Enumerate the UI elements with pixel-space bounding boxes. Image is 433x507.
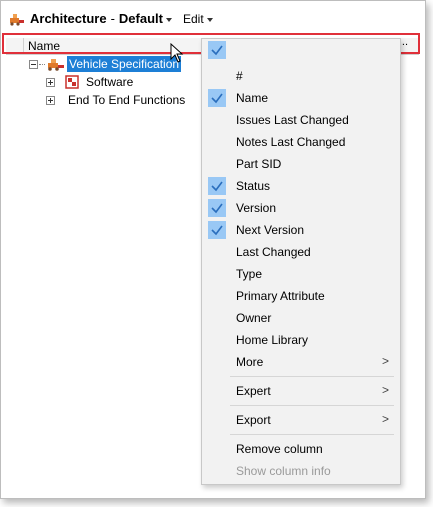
menu-separator	[230, 376, 394, 377]
menu-item-label: Export	[236, 413, 271, 427]
header-col-indicator[interactable]	[6, 38, 24, 54]
checkmark-icon	[208, 41, 226, 59]
menu-item-last-changed[interactable]: Last Changed	[202, 241, 400, 263]
chevron-down-icon	[165, 17, 172, 22]
menu-item-part-sid[interactable]: Part SID	[202, 153, 400, 175]
menu-item-issues-last-changed[interactable]: Issues Last Changed	[202, 109, 400, 131]
menu-item-top-check[interactable]	[202, 39, 400, 61]
menu-item-label: Show column info	[236, 464, 331, 478]
chevron-right-icon: >	[381, 354, 389, 368]
menu-item-more[interactable]: More >	[202, 351, 400, 373]
menu-item-primary-attribute[interactable]: Primary Attribute	[202, 285, 400, 307]
menu-item-label: #	[236, 69, 243, 83]
menu-item-label: Expert	[236, 384, 271, 398]
vehicle-icon	[48, 59, 64, 71]
tree-label-software: Software	[86, 75, 134, 89]
menu-item-label: Type	[236, 267, 263, 281]
menu-item-export[interactable]: Export >	[202, 409, 400, 431]
architecture-app-icon	[10, 14, 24, 26]
menu-item-name[interactable]: Name	[202, 87, 400, 109]
menu-item-label: Part SID	[236, 157, 282, 171]
chevron-right-icon: >	[381, 383, 389, 397]
menu-item-label: Version	[236, 201, 277, 215]
tree-row-end-to-end[interactable]: End To End Functions	[1, 92, 201, 110]
column-context-menu: # Name Issues Last Changed Notes Last Chang…	[201, 38, 401, 485]
app-name: Architecture	[30, 11, 107, 26]
view-name: Default	[118, 11, 163, 26]
edit-menu-button[interactable]: Edit	[183, 12, 213, 26]
menu-item-label: Next Version	[236, 223, 305, 237]
menu-item-expert[interactable]: Expert >	[202, 380, 400, 402]
menu-item-label: Primary Attribute	[236, 289, 325, 303]
menu-item-label: Owner	[236, 311, 272, 325]
menu-item-status[interactable]: Status	[202, 175, 400, 197]
menu-item-label: More	[236, 355, 264, 369]
menu-item-label: Notes Last Changed	[236, 135, 346, 149]
software-icon	[65, 75, 79, 89]
column-header-name[interactable]: Name	[28, 39, 60, 53]
menu-item-home-library[interactable]: Home Library	[202, 329, 400, 351]
menu-item-owner[interactable]: Owner	[202, 307, 400, 329]
menu-item-remove-column[interactable]: Remove column	[202, 438, 400, 460]
checkmark-icon	[208, 221, 226, 239]
window-title[interactable]: Architecture - Default	[30, 11, 172, 26]
menu-item-label: Status	[236, 179, 271, 193]
checkmark-icon	[208, 177, 226, 195]
menu-item-version[interactable]: Version	[202, 197, 400, 219]
menu-item-next-version[interactable]: Next Version	[202, 219, 400, 241]
checkmark-icon	[208, 89, 226, 107]
collapse-icon[interactable]	[29, 60, 38, 69]
chevron-right-icon: >	[381, 412, 389, 426]
menu-item-notes-last-changed[interactable]: Notes Last Changed	[202, 131, 400, 153]
menu-separator	[230, 405, 394, 406]
expand-icon[interactable]	[46, 96, 55, 105]
menu-item-number[interactable]: #	[202, 65, 400, 87]
chevron-down-icon	[206, 17, 213, 22]
title-bar: Architecture - Default Edit	[1, 1, 425, 35]
menu-separator	[230, 434, 394, 435]
expand-icon[interactable]	[46, 78, 55, 87]
mouse-cursor-icon	[170, 43, 184, 63]
menu-item-show-column-info: Show column info	[202, 460, 400, 482]
menu-item-type[interactable]: Type	[202, 263, 400, 285]
architecture-window: Architecture - Default Edit Name ... Vehic…	[0, 0, 426, 499]
tree-connector	[39, 64, 45, 65]
checkmark-icon	[208, 199, 226, 217]
menu-item-label: Remove column	[236, 442, 323, 456]
menu-item-label: Issues Last Changed	[236, 113, 349, 127]
menu-item-label: Home Library	[236, 333, 309, 347]
title-separator: -	[110, 11, 115, 26]
tree-label-end-to-end: End To End Functions	[68, 93, 186, 107]
menu-item-label: Last Changed	[236, 245, 311, 259]
edit-menu-label: Edit	[183, 12, 204, 26]
tree-label-root: Vehicle Specification	[69, 57, 180, 71]
tree-row-software[interactable]: Software	[1, 74, 201, 92]
menu-item-label: Name	[236, 91, 269, 105]
